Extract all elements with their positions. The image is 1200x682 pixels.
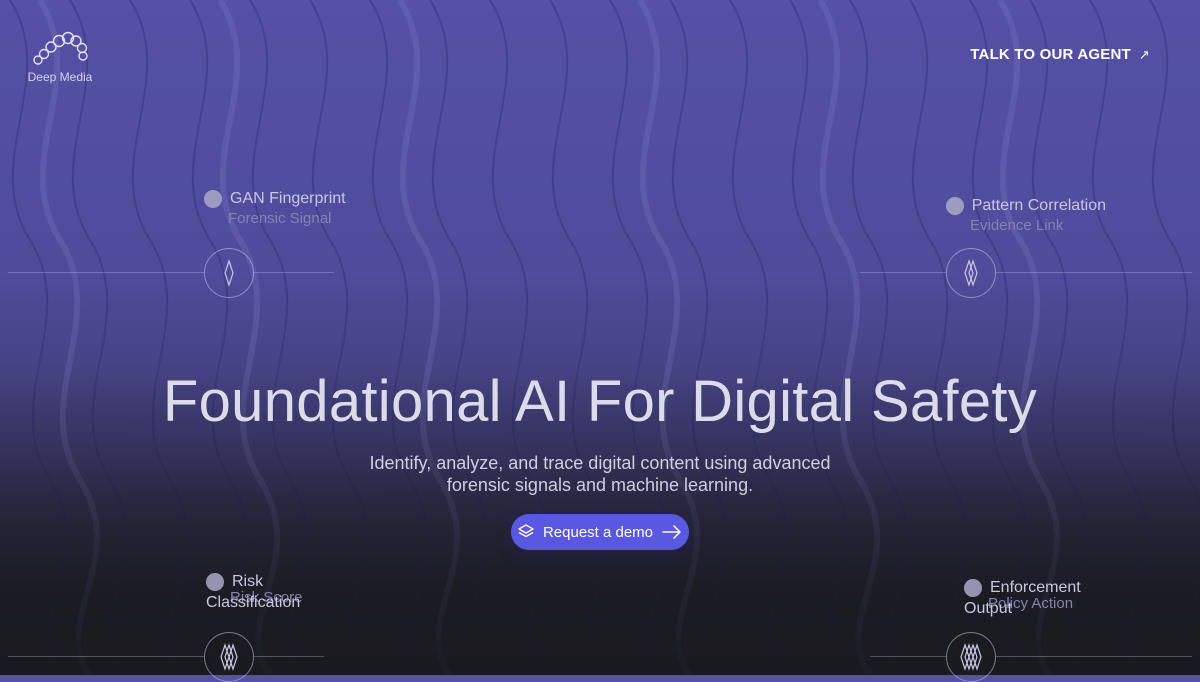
hero-title: Foundational AI For Digital Safety	[162, 369, 1038, 434]
guide-line-bottom-right-left	[870, 656, 946, 657]
brand-name: Deep Media	[27, 70, 93, 84]
guide-line-bottom-right	[996, 656, 1192, 657]
node-risk-classification: Risk Risk Score Classification	[206, 573, 303, 612]
layers-icon	[518, 524, 534, 538]
guide-line-top-right	[996, 272, 1192, 273]
guide-line-top-right-left	[860, 272, 946, 273]
node-subtitle: Evidence Link	[970, 217, 1064, 234]
arrow-up-right-icon: ↗	[1138, 46, 1150, 62]
node-ring-top-right	[946, 248, 996, 298]
node-dot	[204, 190, 222, 208]
node-title: GAN Fingerprint	[230, 190, 346, 207]
node-subtitle: Forensic Signal	[228, 210, 332, 227]
node-dot	[206, 573, 224, 591]
guide-line-bottom-left	[8, 656, 204, 657]
node-dot	[946, 197, 964, 215]
arrow-right-icon	[662, 525, 681, 539]
hero-subtitle: Identify, analyze, and trace digital con…	[300, 452, 900, 496]
node-gan-fingerprint: GAN Fingerprint Forensic Signal	[204, 190, 346, 227]
triple-diamond-icon	[220, 643, 238, 671]
node-ring-top-left	[204, 248, 254, 298]
node-enforcement-output: Enforcement Policy Action Output	[964, 579, 1081, 618]
bottom-shade	[0, 0, 1200, 675]
chain-logo-icon	[33, 31, 88, 65]
node-title: Pattern Correlation	[971, 197, 1106, 214]
node-dot	[964, 579, 982, 597]
request-demo-button[interactable]: Request a demo	[511, 514, 689, 550]
quad-diamond-icon	[960, 643, 982, 671]
guide-line-bottom-left-right	[254, 656, 324, 657]
talk-to-agent-label: TALK TO OUR AGENT	[970, 46, 1131, 63]
guide-line-top-left	[8, 272, 204, 273]
diamond-icon	[224, 259, 234, 287]
node-pattern-correlation: Pattern Correlation Evidence Link	[946, 197, 1106, 234]
hero-subtitle-line1: Identify, analyze, and trace digital con…	[369, 453, 831, 473]
double-diamond-icon	[964, 259, 978, 287]
guide-line-top-left-right	[254, 272, 334, 273]
node-title-line2: Classification	[206, 594, 301, 611]
request-demo-label: Request a demo	[542, 523, 654, 541]
brand-logo[interactable]: Deep Media	[22, 30, 98, 84]
hero-subtitle-line2: forensic signals and machine learning.	[446, 475, 754, 495]
talk-to-agent-link[interactable]: TALK TO OUR AGENT ↗	[970, 46, 1150, 63]
